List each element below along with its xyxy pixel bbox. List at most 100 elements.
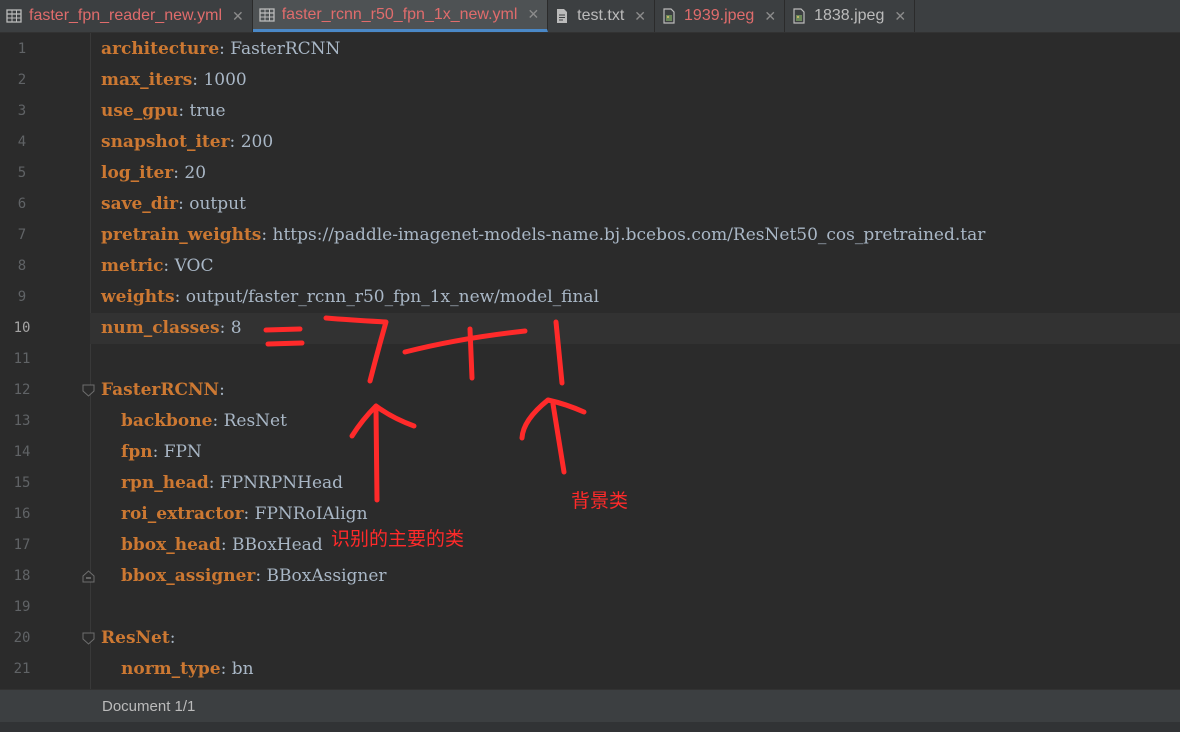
table-icon <box>6 8 22 24</box>
yaml-key: save_dir <box>101 194 179 214</box>
yaml-key: backbone <box>121 411 213 431</box>
tab-label: faster_fpn_reader_new.yml <box>29 7 222 24</box>
yaml-colon: : <box>178 194 190 214</box>
yaml-value: true <box>189 101 226 121</box>
line-number: 11 <box>13 351 31 367</box>
yaml-value: VOC <box>174 256 214 276</box>
line-number: 16 <box>13 506 31 522</box>
yaml-value: BBoxHead <box>231 535 323 555</box>
yaml-colon: : <box>255 566 267 586</box>
code-line[interactable]: max_iters: 1000 <box>101 65 247 96</box>
close-icon[interactable]: ✕ <box>527 6 539 23</box>
close-icon[interactable]: ✕ <box>634 8 646 25</box>
yaml-colon: : <box>208 473 220 493</box>
code-line[interactable]: snapshot_iter: 200 <box>101 127 273 158</box>
yaml-colon: : <box>152 442 164 462</box>
yaml-key: max_iters <box>101 70 193 90</box>
line-number: 8 <box>17 258 27 274</box>
line-number: 5 <box>17 165 27 181</box>
code-line[interactable]: architecture: FasterRCNN <box>101 34 340 65</box>
yaml-colon: : <box>178 101 190 121</box>
bottom-strip <box>0 722 1180 732</box>
code-line[interactable]: FasterRCNN: <box>101 375 225 406</box>
yaml-colon: : <box>243 504 255 524</box>
yaml-key: use_gpu <box>101 101 179 121</box>
yaml-value: output/faster_rcnn_r50_fpn_1x_new/model_… <box>185 287 600 307</box>
tab-label: test.txt <box>577 7 625 24</box>
code-line[interactable]: num_classes: 8 <box>101 313 242 344</box>
code-line[interactable]: rpn_head: FPNRPNHead <box>121 468 343 499</box>
line-number: 12 <box>13 382 31 398</box>
fold-open-icon[interactable] <box>82 632 95 645</box>
yaml-key: norm_type <box>121 659 221 679</box>
line-number: 4 <box>17 134 27 150</box>
current-line-highlight <box>90 313 1180 344</box>
yaml-key: snapshot_iter <box>101 132 230 152</box>
code-line[interactable]: use_gpu: true <box>101 96 226 127</box>
tab-5[interactable]: 1838.jpeg ✕ <box>785 0 916 32</box>
yaml-value: 1000 <box>203 70 247 90</box>
image-file-icon <box>661 8 677 24</box>
yaml-colon: : <box>219 39 231 59</box>
code-line[interactable]: ResNet: <box>101 623 175 654</box>
yaml-key: FasterRCNN <box>101 380 220 400</box>
yaml-key: weights <box>101 287 175 307</box>
image-file-icon <box>791 8 807 24</box>
yaml-colon: : <box>192 70 204 90</box>
yaml-value: https://paddle-imagenet-models-name.bj.b… <box>272 225 986 245</box>
code-line[interactable]: fpn: FPN <box>121 437 202 468</box>
line-number: 3 <box>17 103 27 119</box>
fold-open-icon[interactable] <box>82 384 95 397</box>
yaml-key: rpn_head <box>121 473 209 493</box>
close-icon[interactable]: ✕ <box>764 8 776 25</box>
yaml-colon: : <box>163 256 175 276</box>
yaml-value: 200 <box>240 132 274 152</box>
line-number: 2 <box>17 72 27 88</box>
tab-2[interactable]: faster_rcnn_r50_fpn_1x_new.yml ✕ <box>252 0 549 32</box>
yaml-colon: : <box>173 163 185 183</box>
line-number: 7 <box>17 227 27 243</box>
yaml-colon: : <box>229 132 241 152</box>
yaml-colon: : <box>261 225 273 245</box>
yaml-value: FasterRCNN <box>230 39 341 59</box>
tab-4[interactable]: 1939.jpeg ✕ <box>655 0 786 32</box>
fold-close-icon[interactable] <box>82 570 95 583</box>
yaml-colon: : <box>219 318 231 338</box>
yaml-value: FPN <box>163 442 202 462</box>
tab-1[interactable]: faster_fpn_reader_new.yml ✕ <box>0 0 253 32</box>
line-number: 6 <box>17 196 27 212</box>
close-icon[interactable]: ✕ <box>232 8 244 25</box>
document-status: Document 1/1 <box>102 698 196 715</box>
code-line[interactable]: weights: output/faster_rcnn_r50_fpn_1x_n… <box>101 282 599 313</box>
yaml-value: output <box>189 194 246 214</box>
yaml-value: 8 <box>230 318 242 338</box>
yaml-colon: : <box>220 659 232 679</box>
yaml-key: pretrain_weights <box>101 225 262 245</box>
yaml-value: BBoxAssigner <box>266 566 387 586</box>
annotation-main-classes-label: 识别的主要的类 <box>331 528 465 550</box>
close-icon[interactable]: ✕ <box>894 8 906 25</box>
line-number: 14 <box>13 444 31 460</box>
yaml-colon: : <box>174 287 186 307</box>
code-line[interactable]: log_iter: 20 <box>101 158 206 189</box>
yaml-value: ResNet <box>223 411 287 431</box>
line-number: 10 <box>13 320 31 336</box>
code-line[interactable]: bbox_head: BBoxHead <box>121 530 323 561</box>
code-line[interactable]: bbox_assigner: BBoxAssigner <box>121 561 387 592</box>
text-file-icon <box>554 8 570 24</box>
code-line[interactable]: save_dir: output <box>101 189 246 220</box>
code-line[interactable]: pretrain_weights: https://paddle-imagene… <box>101 220 985 251</box>
yaml-colon: : <box>219 380 225 400</box>
annotation-background-label: 背景类 <box>571 490 629 512</box>
status-bar: Document 1/1 <box>0 689 1180 722</box>
line-number: 13 <box>13 413 31 429</box>
yaml-key: fpn <box>121 442 153 462</box>
code-editor[interactable]: 1 architecture: FasterRCNN 2 max_iters: 100… <box>0 33 1180 689</box>
code-line[interactable]: metric: VOC <box>101 251 214 282</box>
tab-label: 1939.jpeg <box>684 7 755 24</box>
code-line[interactable]: backbone: ResNet <box>121 406 287 437</box>
yaml-key: metric <box>101 256 164 276</box>
tab-3[interactable]: test.txt ✕ <box>548 0 656 32</box>
line-number: 21 <box>13 661 31 677</box>
code-line[interactable]: norm_type: bn <box>121 654 254 685</box>
